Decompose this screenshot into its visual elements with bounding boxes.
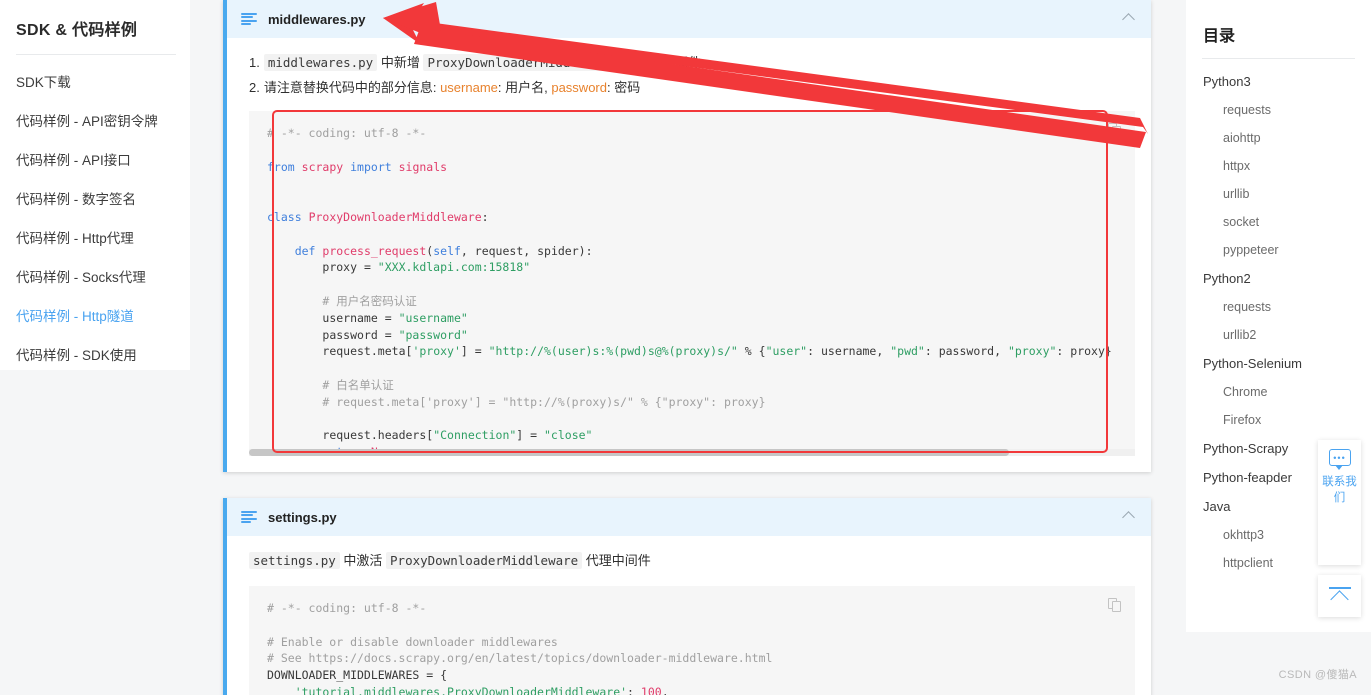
toc-item-requests-py2[interactable]: requests [1202,293,1355,321]
note-text: : 密码 [606,80,641,95]
page-root: SDK & 代码样例 SDK下载 代码样例 - API密钥令牌 代码样例 - A… [0,0,1371,695]
list-item: 2. 请注意替换代码中的部分信息: username: 用户名, password… [249,77,1135,99]
toc-item-urllib2[interactable]: urllib2 [1202,321,1355,349]
card-body-middlewares: 1. middlewares.py 中新增 ProxyDownloaderMidd… [227,38,1151,472]
back-to-top-button[interactable] [1318,575,1361,617]
sidebar-item-socks-proxy[interactable]: 代码样例 - Socks代理 [14,256,176,295]
note-highlight-password: password [551,80,607,95]
contact-us-label: 联系我们 [1322,476,1357,504]
note-text: : 用户名, [497,80,552,95]
code-block-settings: # -*- coding: utf-8 -*- # Enable or disa… [249,586,1135,695]
list-lines-icon [241,510,257,524]
toc-item-firefox[interactable]: Firefox [1202,406,1355,434]
watermark: CSDN @傻猫A [1278,669,1357,681]
toc-item-pyppeteer[interactable]: pyppeteer [1202,236,1355,264]
sidebar-title: SDK & 代码样例 [16,22,138,39]
inline-code: ProxyDownloaderMiddleware [386,552,583,569]
code-text-settings: # -*- coding: utf-8 -*- # Enable or disa… [267,601,773,695]
list-number: 2. [249,80,260,95]
card-header-settings[interactable]: settings.py [227,498,1151,536]
intro-text: 中激活 [339,553,387,568]
note-text: 即代理中间件 [619,55,702,70]
toc-item-socket[interactable]: socket [1202,208,1355,236]
card-title-middlewares: middlewares.py [268,11,366,27]
toc-item-requests[interactable]: requests [1202,96,1355,124]
inline-code: middlewares.py [263,54,378,71]
toc-item-python-selenium[interactable]: Python-Selenium [1202,349,1355,378]
note-list-middlewares: 1. middlewares.py 中新增 ProxyDownloaderMidd… [249,52,1135,99]
code-horizontal-scrollbar[interactable] [249,449,1135,456]
list-item: 1. middlewares.py 中新增 ProxyDownloaderMidd… [249,52,1135,74]
card-middlewares: middlewares.py 1. middlewares.py 中新增 Prox… [223,0,1151,472]
toc-item-urllib[interactable]: urllib [1202,180,1355,208]
chevron-up-icon[interactable] [1124,12,1135,23]
toc-divider [1202,58,1355,59]
toc-item-httpx[interactable]: httpx [1202,152,1355,180]
toc-title: 目录 [1203,28,1236,45]
sidebar-item-http-tunnel[interactable]: 代码样例 - Http隧道 [14,295,176,334]
code-text-middlewares: # -*- coding: utf-8 -*- from scrapy impo… [267,126,1112,449]
toc-item-python2[interactable]: Python2 [1202,264,1355,293]
inline-code: ProxyDownloaderMiddleware [423,54,620,71]
toc-item-chrome[interactable]: Chrome [1202,378,1355,406]
card-body-settings: settings.py 中激活 ProxyDownloaderMiddlewar… [227,536,1151,695]
sidebar-item-http-proxy[interactable]: 代码样例 - Http代理 [14,217,176,256]
settings-intro: settings.py 中激活 ProxyDownloaderMiddlewar… [249,550,1135,572]
copy-icon[interactable] [1108,598,1121,612]
chevron-up-icon[interactable] [1124,510,1135,521]
left-sidebar: SDK & 代码样例 SDK下载 代码样例 - API密钥令牌 代码样例 - A… [0,0,190,370]
sidebar-item-sdk-usage[interactable]: 代码样例 - SDK使用 [14,334,176,373]
note-text: 请注意替换代码中的部分信息: [263,80,441,95]
list-lines-icon [241,12,257,26]
card-header-middlewares[interactable]: middlewares.py [227,0,1151,38]
inline-code: settings.py [249,552,340,569]
contact-us-widget[interactable]: ••• 联系我们 [1318,440,1361,565]
main-content: middlewares.py 1. middlewares.py 中新增 Prox… [223,0,1151,695]
scrollbar-thumb[interactable] [249,449,1009,456]
list-number: 1. [249,55,260,70]
sidebar-item-sdk-download[interactable]: SDK下载 [14,61,176,100]
note-text: 中新增 [377,55,424,70]
back-to-top-icon [1328,587,1351,609]
sidebar-item-api-key-token[interactable]: 代码样例 - API密钥令牌 [14,100,176,139]
card-title-settings: settings.py [268,509,337,525]
sidebar-item-digital-signature[interactable]: 代码样例 - 数字签名 [14,178,176,217]
toc-item-aiohttp[interactable]: aiohttp [1202,124,1355,152]
toc-item-python3[interactable]: Python3 [1202,67,1355,96]
note-highlight-username: username [440,80,498,95]
intro-text: 代理中间件 [582,553,651,568]
sidebar-divider [16,54,176,55]
sidebar-item-api-interface[interactable]: 代码样例 - API接口 [14,139,176,178]
card-settings: settings.py settings.py 中激活 ProxyDownloa… [223,498,1151,695]
copy-icon[interactable] [1108,123,1121,137]
chat-bubble-icon: ••• [1328,449,1351,470]
code-block-middlewares: # -*- coding: utf-8 -*- from scrapy impo… [249,111,1135,449]
